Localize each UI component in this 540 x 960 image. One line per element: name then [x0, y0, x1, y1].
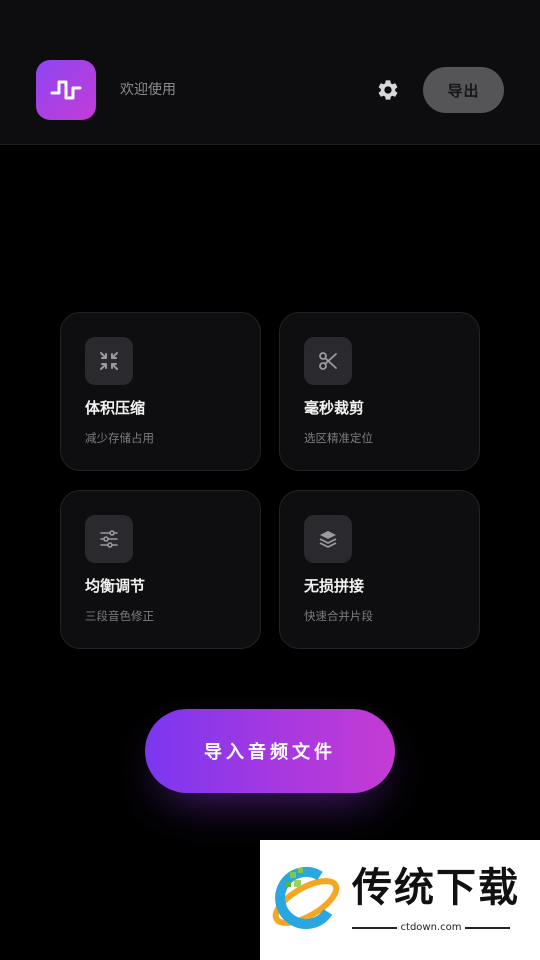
waveform-icon: [50, 80, 82, 100]
scissors-icon: [304, 337, 352, 385]
feature-card-merge[interactable]: 无损拼接 快速合并片段: [279, 490, 480, 649]
feature-subtitle: 选区精准定位: [304, 431, 373, 445]
feature-title: 无损拼接: [304, 577, 365, 595]
feature-card-trim[interactable]: 毫秒裁剪 选区精准定位: [279, 312, 480, 471]
import-audio-button[interactable]: 导入音频文件: [145, 709, 395, 793]
gear-icon: [378, 80, 398, 100]
welcome-text: 欢迎使用: [120, 82, 176, 98]
layers-icon: [304, 515, 352, 563]
sliders-icon: [85, 515, 133, 563]
feature-title: 毫秒裁剪: [304, 399, 365, 417]
feature-title: 体积压缩: [85, 399, 146, 417]
app-logo: [36, 60, 96, 120]
settings-button[interactable]: [376, 78, 400, 102]
export-button[interactable]: 导出: [423, 67, 504, 113]
feature-subtitle: 三段音色修正: [85, 609, 154, 623]
watermark-logo-icon: [272, 867, 340, 929]
feature-subtitle: 快速合并片段: [304, 609, 373, 623]
watermark-url-text: ctdown.com: [400, 922, 462, 933]
watermark-url: ctdown.com: [352, 922, 510, 933]
watermark-brand: 传统下载: [352, 865, 520, 911]
feature-title: 均衡调节: [85, 577, 146, 595]
compress-icon: [85, 337, 133, 385]
app-header: 欢迎使用 导出: [0, 0, 540, 145]
feature-subtitle: 减少存储占用: [85, 431, 154, 445]
watermark: 传统下载 ctdown.com: [260, 840, 540, 960]
feature-card-equalizer[interactable]: 均衡调节 三段音色修正: [60, 490, 261, 649]
feature-card-compress[interactable]: 体积压缩 减少存储占用: [60, 312, 261, 471]
